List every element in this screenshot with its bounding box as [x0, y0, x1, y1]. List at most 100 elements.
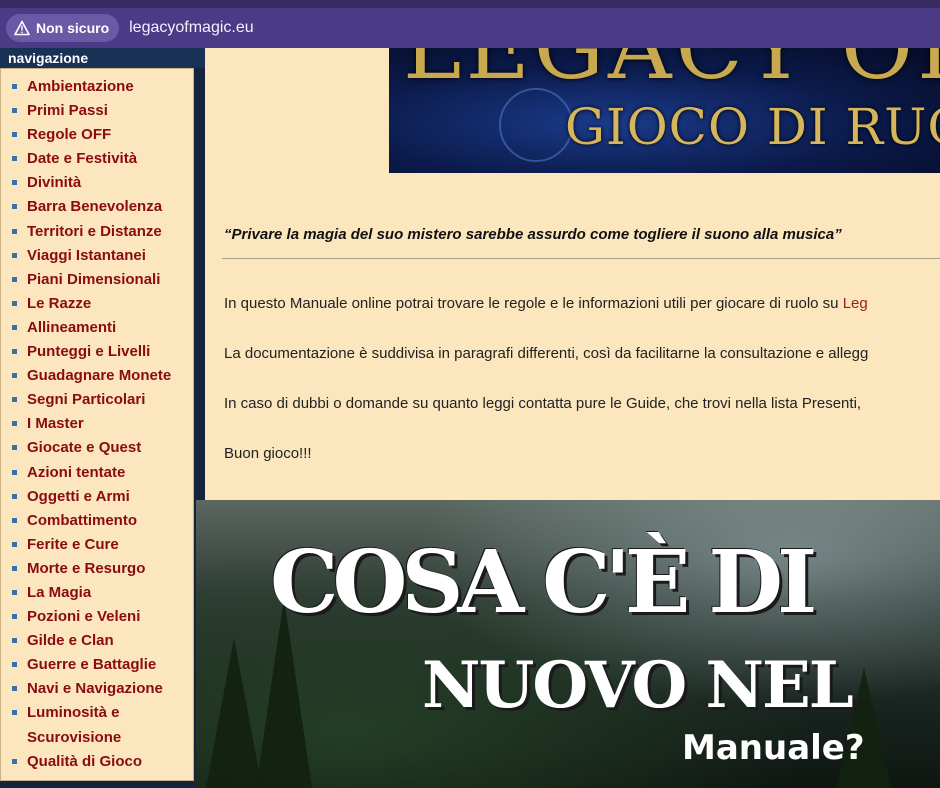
sidebar-item[interactable]: La Magia: [1, 581, 193, 605]
bullet-icon: [12, 565, 17, 571]
sidebar-item[interactable]: Morte e Resurgo: [1, 557, 193, 581]
sidebar-item-label: Viaggi Istantanei: [27, 246, 146, 264]
sidebar-item-label: Le Razze: [27, 294, 92, 312]
sidebar-item[interactable]: Qualità di Gioco: [1, 750, 193, 774]
sidebar-item[interactable]: Date e Festività: [1, 147, 193, 171]
bullet-icon: [12, 397, 17, 403]
url-text[interactable]: legacyofmagic.eu: [129, 19, 254, 37]
bullet-icon: [12, 710, 17, 716]
address-bar[interactable]: Non sicuro legacyofmagic.eu: [0, 8, 940, 48]
sidebar-item[interactable]: Ambientazione: [1, 75, 193, 99]
paragraph-intro: In questo Manuale online potrai trovare …: [224, 295, 868, 312]
bullet-icon: [12, 758, 17, 764]
sidebar-item-label: Territori e Distanze: [27, 222, 162, 240]
sidebar-item-label: Morte e Resurgo: [27, 559, 146, 577]
bullet-icon: [12, 228, 17, 234]
banner-subtitle: GIOCO DI RUOLO: [565, 98, 940, 156]
sidebar-item[interactable]: Piani Dimensionali: [1, 268, 193, 292]
sidebar-item[interactable]: Punteggi e Livelli: [1, 340, 193, 364]
sidebar-item-label: Piani Dimensionali: [27, 270, 161, 288]
bullet-icon: [12, 469, 17, 475]
bullet-icon: [12, 300, 17, 306]
sidebar-item-label: Scurovisione: [27, 728, 122, 746]
sidebar: navigazione Ambientazione Primi Passi Rego…: [0, 48, 205, 788]
bullet-icon: [12, 108, 17, 114]
sidebar-item[interactable]: Gilde e Clan: [1, 629, 193, 653]
bullet-icon: [12, 204, 17, 210]
sidebar-item[interactable]: Ferite e Cure: [1, 533, 193, 557]
sidebar-item[interactable]: Viaggi Istantanei: [1, 244, 193, 268]
nav-box: Ambientazione Primi Passi Regole OFF Date e…: [0, 68, 194, 781]
sidebar-item-label: Luminosità e: [27, 704, 120, 722]
nav-list: Ambientazione Primi Passi Regole OFF Date e…: [1, 69, 193, 774]
bullet-icon: [12, 349, 17, 355]
sidebar-item-label: Qualità di Gioco: [27, 752, 143, 770]
sidebar-item[interactable]: Le Razze: [1, 292, 193, 316]
sidebar-item[interactable]: Divinità: [1, 171, 193, 195]
sidebar-item-label: Combattimento: [27, 511, 137, 529]
sidebar-item-label: Punteggi e Livelli: [27, 343, 151, 361]
divider: [222, 258, 940, 259]
sidebar-item-label: Ferite e Cure: [27, 535, 119, 553]
sidebar-item[interactable]: Oggetti e Armi: [1, 485, 193, 509]
bullet-icon: [12, 517, 17, 523]
warning-icon: [14, 20, 30, 36]
promo-headline-2: NUOVO NEL: [422, 648, 854, 723]
security-indicator[interactable]: Non sicuro: [6, 14, 120, 42]
bullet-icon: [12, 180, 17, 186]
rune-circle: [499, 88, 573, 162]
sidebar-item[interactable]: Barra Benevolenza: [1, 195, 193, 219]
sidebar-item[interactable]: Azioni tentate: [1, 461, 193, 485]
sidebar-item-label: Azioni tentate: [27, 463, 126, 481]
paragraph-documentation: La documentazione è suddivisa in paragra…: [224, 345, 869, 362]
bullet-icon: [12, 132, 17, 138]
sidebar-item-label: Pozioni e Veleni: [27, 608, 141, 626]
sidebar-item[interactable]: Giocate e Quest: [1, 436, 193, 460]
sidebar-item[interactable]: Luminosità e: [1, 701, 193, 725]
sidebar-item-label: La Magia: [27, 583, 92, 601]
sidebar-item-label: I Master: [27, 415, 84, 433]
sidebar-item-label: Barra Benevolenza: [27, 198, 163, 216]
bullet-icon: [12, 686, 17, 692]
sidebar-item[interactable]: Territori e Distanze: [1, 220, 193, 244]
bullet-icon: [12, 276, 17, 282]
site-banner: LEGACY OF M GIOCO DI RUOLO: [389, 48, 940, 173]
sidebar-item[interactable]: Regole OFF: [1, 123, 193, 147]
paragraph-intro-text: In questo Manuale online potrai trovare …: [224, 295, 843, 312]
sidebar-item-label: Primi Passi: [27, 102, 108, 120]
bullet-icon: [12, 252, 17, 258]
sidebar-item[interactable]: I Master: [1, 412, 193, 436]
sidebar-item-label: Allineamenti: [27, 318, 117, 336]
sidebar-item-label: Oggetti e Armi: [27, 487, 130, 505]
sidebar-item[interactable]: Allineamenti: [1, 316, 193, 340]
page-quote: “Privare la magia del suo mistero sarebb…: [224, 226, 842, 243]
site-link[interactable]: Leg: [843, 295, 868, 312]
bullet-icon: [12, 541, 17, 547]
paragraph-help: In caso di dubbi o domande su quanto leg…: [224, 395, 862, 412]
sidebar-item-label: Guadagnare Monete: [27, 367, 172, 385]
bullet-icon: [12, 662, 17, 668]
sidebar-item-label: Guerre e Battaglie: [27, 656, 157, 674]
banner-title: LEGACY OF M: [403, 48, 940, 99]
sidebar-item-label: Ambientazione: [27, 78, 134, 95]
sidebar-item-label: Date e Festività: [27, 150, 138, 168]
bullet-icon: [12, 421, 17, 427]
promo-subheadline: Manuale?: [682, 728, 865, 768]
bullet-icon: [12, 84, 17, 89]
bullet-icon: [12, 373, 17, 379]
sidebar-item-label: Regole OFF: [27, 126, 112, 144]
sidebar-item[interactable]: Guadagnare Monete: [1, 364, 193, 388]
tree-shape: [206, 638, 262, 788]
sidebar-item[interactable]: Guerre e Battaglie: [1, 653, 193, 677]
sidebar-item-label: Giocate e Quest: [27, 439, 142, 457]
bullet-icon: [12, 156, 17, 162]
sidebar-item[interactable]: Scurovisione: [1, 726, 193, 750]
promo-headline: COSA C'È DI: [270, 532, 817, 633]
security-label: Non sicuro: [36, 20, 110, 36]
sidebar-item[interactable]: Navi e Navigazione: [1, 677, 193, 701]
sidebar-item[interactable]: Primi Passi: [1, 99, 193, 123]
sidebar-item[interactable]: Combattimento: [1, 509, 193, 533]
bullet-icon: [12, 614, 17, 620]
sidebar-item[interactable]: Segni Particolari: [1, 388, 193, 412]
sidebar-item[interactable]: Pozioni e Veleni: [1, 605, 193, 629]
